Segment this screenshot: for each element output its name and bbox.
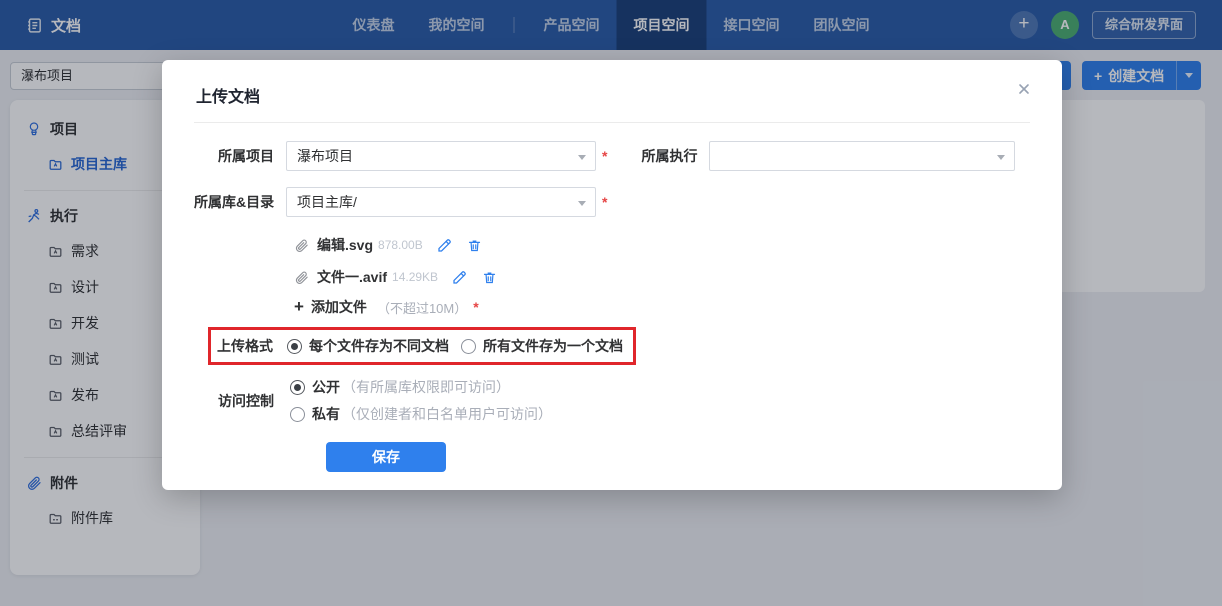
radio-selected-icon[interactable]	[287, 338, 302, 354]
file-row: 编辑.svg 878.00B	[294, 233, 1030, 257]
save-button[interactable]: 保存	[326, 442, 446, 472]
execution-field-label: 所属执行	[641, 148, 698, 164]
required-mark: *	[473, 299, 479, 315]
access-option-desc: （有所属库权限即可访问）	[342, 379, 510, 395]
project-select-field[interactable]: 瀑布项目	[286, 141, 596, 171]
chevron-down-icon	[578, 201, 586, 210]
access-options: 公开 （有所属库权限即可访问） 私有 （仅创建者和白名单用户可访问）	[286, 377, 552, 424]
add-file-row: + 添加文件 （不超过10M） *	[294, 297, 1030, 317]
radio-option-public[interactable]: 公开 （有所属库权限即可访问）	[290, 377, 552, 397]
radio-option-label: 每个文件存为不同文档	[309, 338, 449, 354]
project-select-value: 瀑布项目	[297, 148, 353, 164]
radio-option-single-doc[interactable]: 所有文件存为一个文档	[461, 336, 623, 356]
file-row: 文件一.avif 14.29KB	[294, 265, 1030, 289]
chevron-down-icon	[997, 155, 1006, 164]
access-option-name: 公开	[312, 379, 340, 395]
radio-option-label: 所有文件存为一个文档	[483, 338, 623, 354]
access-option-name: 私有	[312, 406, 340, 422]
required-mark: *	[602, 148, 608, 164]
form-row-lib: 所属库&目录 项目主库/ *	[194, 187, 1030, 217]
modal-title: 上传文档	[194, 60, 1030, 123]
radio-option-private[interactable]: 私有 （仅创建者和白名单用户可访问）	[290, 404, 552, 424]
plus-icon[interactable]: +	[294, 297, 304, 317]
file-size: 878.00B	[378, 238, 423, 252]
edit-file-icon[interactable]	[452, 269, 468, 285]
file-name: 文件一.avif	[317, 269, 388, 285]
lib-field-label: 所属库&目录	[194, 194, 275, 210]
add-file-hint: （不超过10M）	[376, 300, 468, 316]
access-control-label: 访问控制	[218, 392, 274, 409]
file-name: 编辑.svg	[317, 237, 374, 253]
chevron-down-icon	[578, 155, 586, 164]
execution-select-field[interactable]	[709, 141, 1016, 171]
paperclip-icon	[294, 270, 309, 285]
lib-select-value: 项目主库/	[297, 194, 357, 210]
form-row-project-execution: 所属项目 瀑布项目 * 所属执行	[194, 141, 1030, 171]
radio-unselected-icon[interactable]	[461, 338, 476, 354]
delete-file-icon[interactable]	[467, 238, 482, 253]
access-option-desc: （仅创建者和白名单用户可访问）	[342, 406, 552, 422]
upload-format-label: 上传格式	[217, 338, 273, 354]
modal-body: 所属项目 瀑布项目 * 所属执行 所属库&目录 项目主库/ * 编辑.svg 8…	[162, 123, 1062, 472]
lib-select-field[interactable]: 项目主库/	[286, 187, 596, 217]
edit-file-icon[interactable]	[437, 237, 453, 253]
delete-file-icon[interactable]	[482, 270, 497, 285]
required-mark: *	[602, 194, 608, 210]
annotation-highlight-box: 上传格式 每个文件存为不同文档 所有文件存为一个文档	[208, 327, 636, 365]
project-field-label: 所属项目	[218, 148, 274, 164]
close-icon[interactable]	[1016, 81, 1032, 97]
upload-doc-modal: 上传文档 所属项目 瀑布项目 * 所属执行 所属库&目录 项目主库/ * 编辑.…	[162, 60, 1062, 490]
paperclip-icon	[294, 238, 309, 253]
radio-selected-icon[interactable]	[290, 379, 305, 395]
radio-option-separate-docs[interactable]: 每个文件存为不同文档	[287, 336, 449, 356]
access-control-row: 访问控制 公开 （有所属库权限即可访问） 私有 （仅创建者和白名单用户可访问）	[194, 377, 1030, 424]
file-size: 14.29KB	[392, 270, 439, 284]
uploaded-file-list: 编辑.svg 878.00B 文件一.avif 14.29KB	[286, 233, 1030, 289]
radio-unselected-icon[interactable]	[290, 406, 305, 422]
add-file-button[interactable]: 添加文件	[311, 297, 367, 317]
